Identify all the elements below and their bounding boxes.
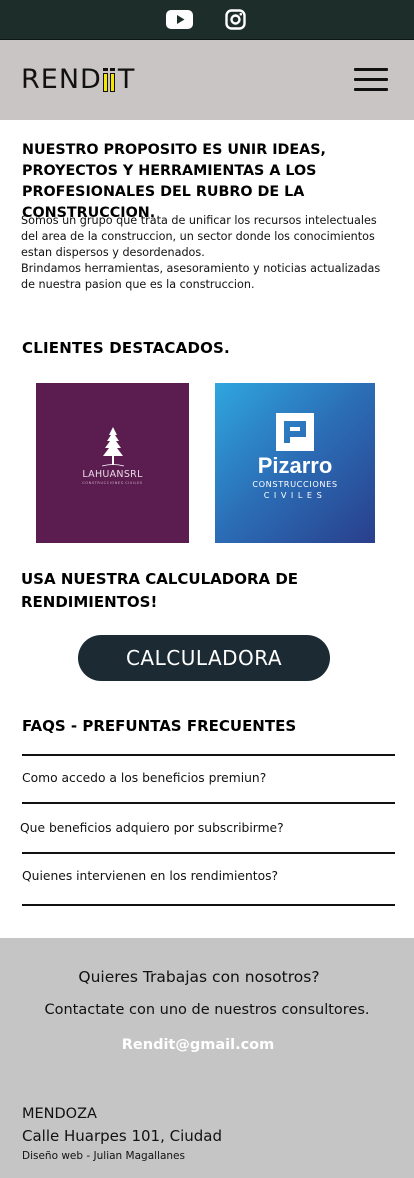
footer-contact-text: Contactate con uno de nuestros consultor… <box>44 1002 370 1018</box>
social-bar <box>0 0 414 40</box>
calculator-title: USA NUESTRA CALCULADORA DE RENDIMIENTOS! <box>21 570 299 611</box>
pizarro-logo-mark-icon <box>276 413 314 451</box>
client-subtitle-pizarro-1: CONSTRUCCIONES <box>252 479 338 489</box>
logo-text-left: REND <box>21 64 102 95</box>
footer-credit: Diseño web - Julian Magallanes <box>22 1150 185 1162</box>
faq-divider <box>22 802 395 804</box>
footer-city: MENDOZA <box>22 1106 97 1122</box>
intro-title: NUESTRO PROPOSITO ES UNIR IDEAS, PROYECT… <box>22 142 326 221</box>
faq-item-2[interactable]: Que beneficios adquiero por subscribirme… <box>20 821 284 835</box>
hamburger-menu-icon[interactable] <box>354 68 388 94</box>
youtube-icon[interactable] <box>165 8 193 32</box>
client-subtitle-pizarro-2: CIVILES <box>263 490 327 500</box>
client-name-pizarro: Pizarro <box>257 453 333 478</box>
client-subtitle-lahuan: CONSTRUCCIONES CIVILES <box>82 481 143 485</box>
client-name-lahuan: LAHUANSRL <box>82 469 143 480</box>
rendit-logo[interactable]: REND T <box>21 66 135 94</box>
faq-divider <box>22 852 395 854</box>
clients-title: CLIENTES DESTACADOS. <box>22 339 230 357</box>
instagram-icon[interactable] <box>221 8 249 32</box>
intro-text: Somos un grupo que trata de unificar los… <box>21 213 396 293</box>
client-card-lahuan[interactable]: LAHUANSRL CONSTRUCCIONES CIVILES <box>36 383 189 543</box>
footer-address: Calle Huarpes 101, Ciudad <box>22 1127 223 1145</box>
footer-join-text: Quieres Trabajas con nosotros? <box>78 968 320 986</box>
site-footer: Quieres Trabajas con nosotros? Contactat… <box>0 938 414 1178</box>
faq-item-1[interactable]: Como accedo a los beneficios premiun? <box>22 771 266 785</box>
faq-item-3[interactable]: Quienes intervienen en los rendimientos? <box>22 869 278 883</box>
footer-email-link[interactable]: Rendit@gmail.com <box>0 1037 396 1053</box>
intro-paragraph-2: Brindamos herramientas, asesoramiento y … <box>21 262 381 291</box>
faq-divider <box>22 754 395 756</box>
calculator-button[interactable]: CALCULADORA <box>78 635 330 681</box>
logo-text-right: T <box>117 64 136 95</box>
intro-paragraph-1: Somos un grupo que trata de unificar los… <box>21 214 377 259</box>
site-header: REND T <box>0 40 414 120</box>
faq-title: FAQS - PREFUNTAS FRECUENTES <box>22 717 297 735</box>
tree-icon <box>101 427 125 467</box>
logo-accent-mark <box>102 68 117 92</box>
client-card-pizarro[interactable]: Pizarro CONSTRUCCIONES CIVILES <box>215 383 375 543</box>
faq-divider <box>22 904 395 906</box>
